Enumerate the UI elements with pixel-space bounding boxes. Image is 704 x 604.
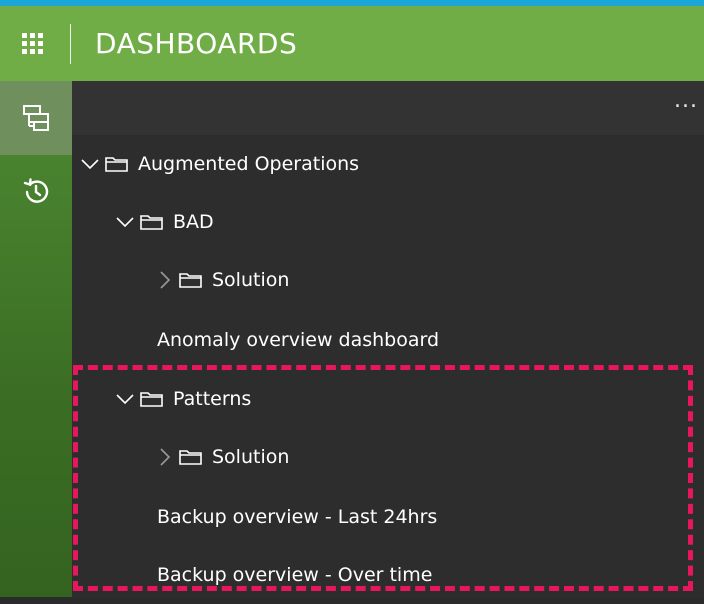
chevron-right-icon[interactable] [154, 270, 174, 290]
waffle-icon[interactable] [20, 32, 44, 56]
tree-dashboard-item[interactable]: Backup overview - Last 24hrs [72, 488, 704, 546]
rail-item-history[interactable] [0, 155, 72, 229]
tree-folder-label: Augmented Operations [138, 153, 360, 175]
tree-folder-bad[interactable]: BAD [72, 193, 704, 251]
header-divider [70, 23, 71, 64]
tree-folder-label: BAD [173, 211, 214, 233]
history-icon [23, 178, 49, 203]
dashboard-label: Backup overview - Last 24hrs [157, 506, 438, 528]
chevron-down-icon[interactable] [80, 154, 100, 174]
tree-folder-solution[interactable]: Solution [72, 428, 704, 486]
folder-icon [179, 273, 202, 288]
tree-folder-label: Solution [212, 446, 290, 468]
dashboard-tree-icon [23, 105, 49, 131]
tree-folder-label: Patterns [173, 388, 252, 410]
chevron-down-icon[interactable] [115, 389, 135, 409]
more-options-button[interactable]: ... [674, 90, 698, 112]
folder-icon [105, 157, 128, 172]
dashboard-label: Anomaly overview dashboard [157, 329, 440, 351]
dashboard-label: Backup overview - Over time [157, 564, 433, 586]
app-header: DASHBOARDS [0, 6, 704, 81]
chevron-right-icon[interactable] [154, 447, 174, 467]
tree-folder-solution[interactable]: Solution [72, 251, 704, 309]
chevron-down-icon[interactable] [115, 212, 135, 232]
tree-folder-augmented-operations[interactable]: Augmented Operations [72, 135, 704, 193]
rail-item-dashboards[interactable] [0, 81, 72, 155]
tree-dashboard-item[interactable]: Anomaly overview dashboard [72, 311, 704, 369]
folder-icon [179, 450, 202, 465]
page-title: DASHBOARDS [95, 27, 298, 60]
side-rail [0, 81, 72, 597]
folder-icon [140, 392, 163, 407]
panel-toolbar: ... [72, 81, 704, 135]
dashboards-panel: ... Augmented Operations BAD Solution An… [72, 81, 704, 597]
folder-icon [140, 215, 163, 230]
tree-folder-patterns[interactable]: Patterns [72, 370, 704, 428]
tree-folder-label: Solution [212, 269, 290, 291]
tree-dashboard-item[interactable]: Backup overview - Over time [72, 546, 704, 604]
